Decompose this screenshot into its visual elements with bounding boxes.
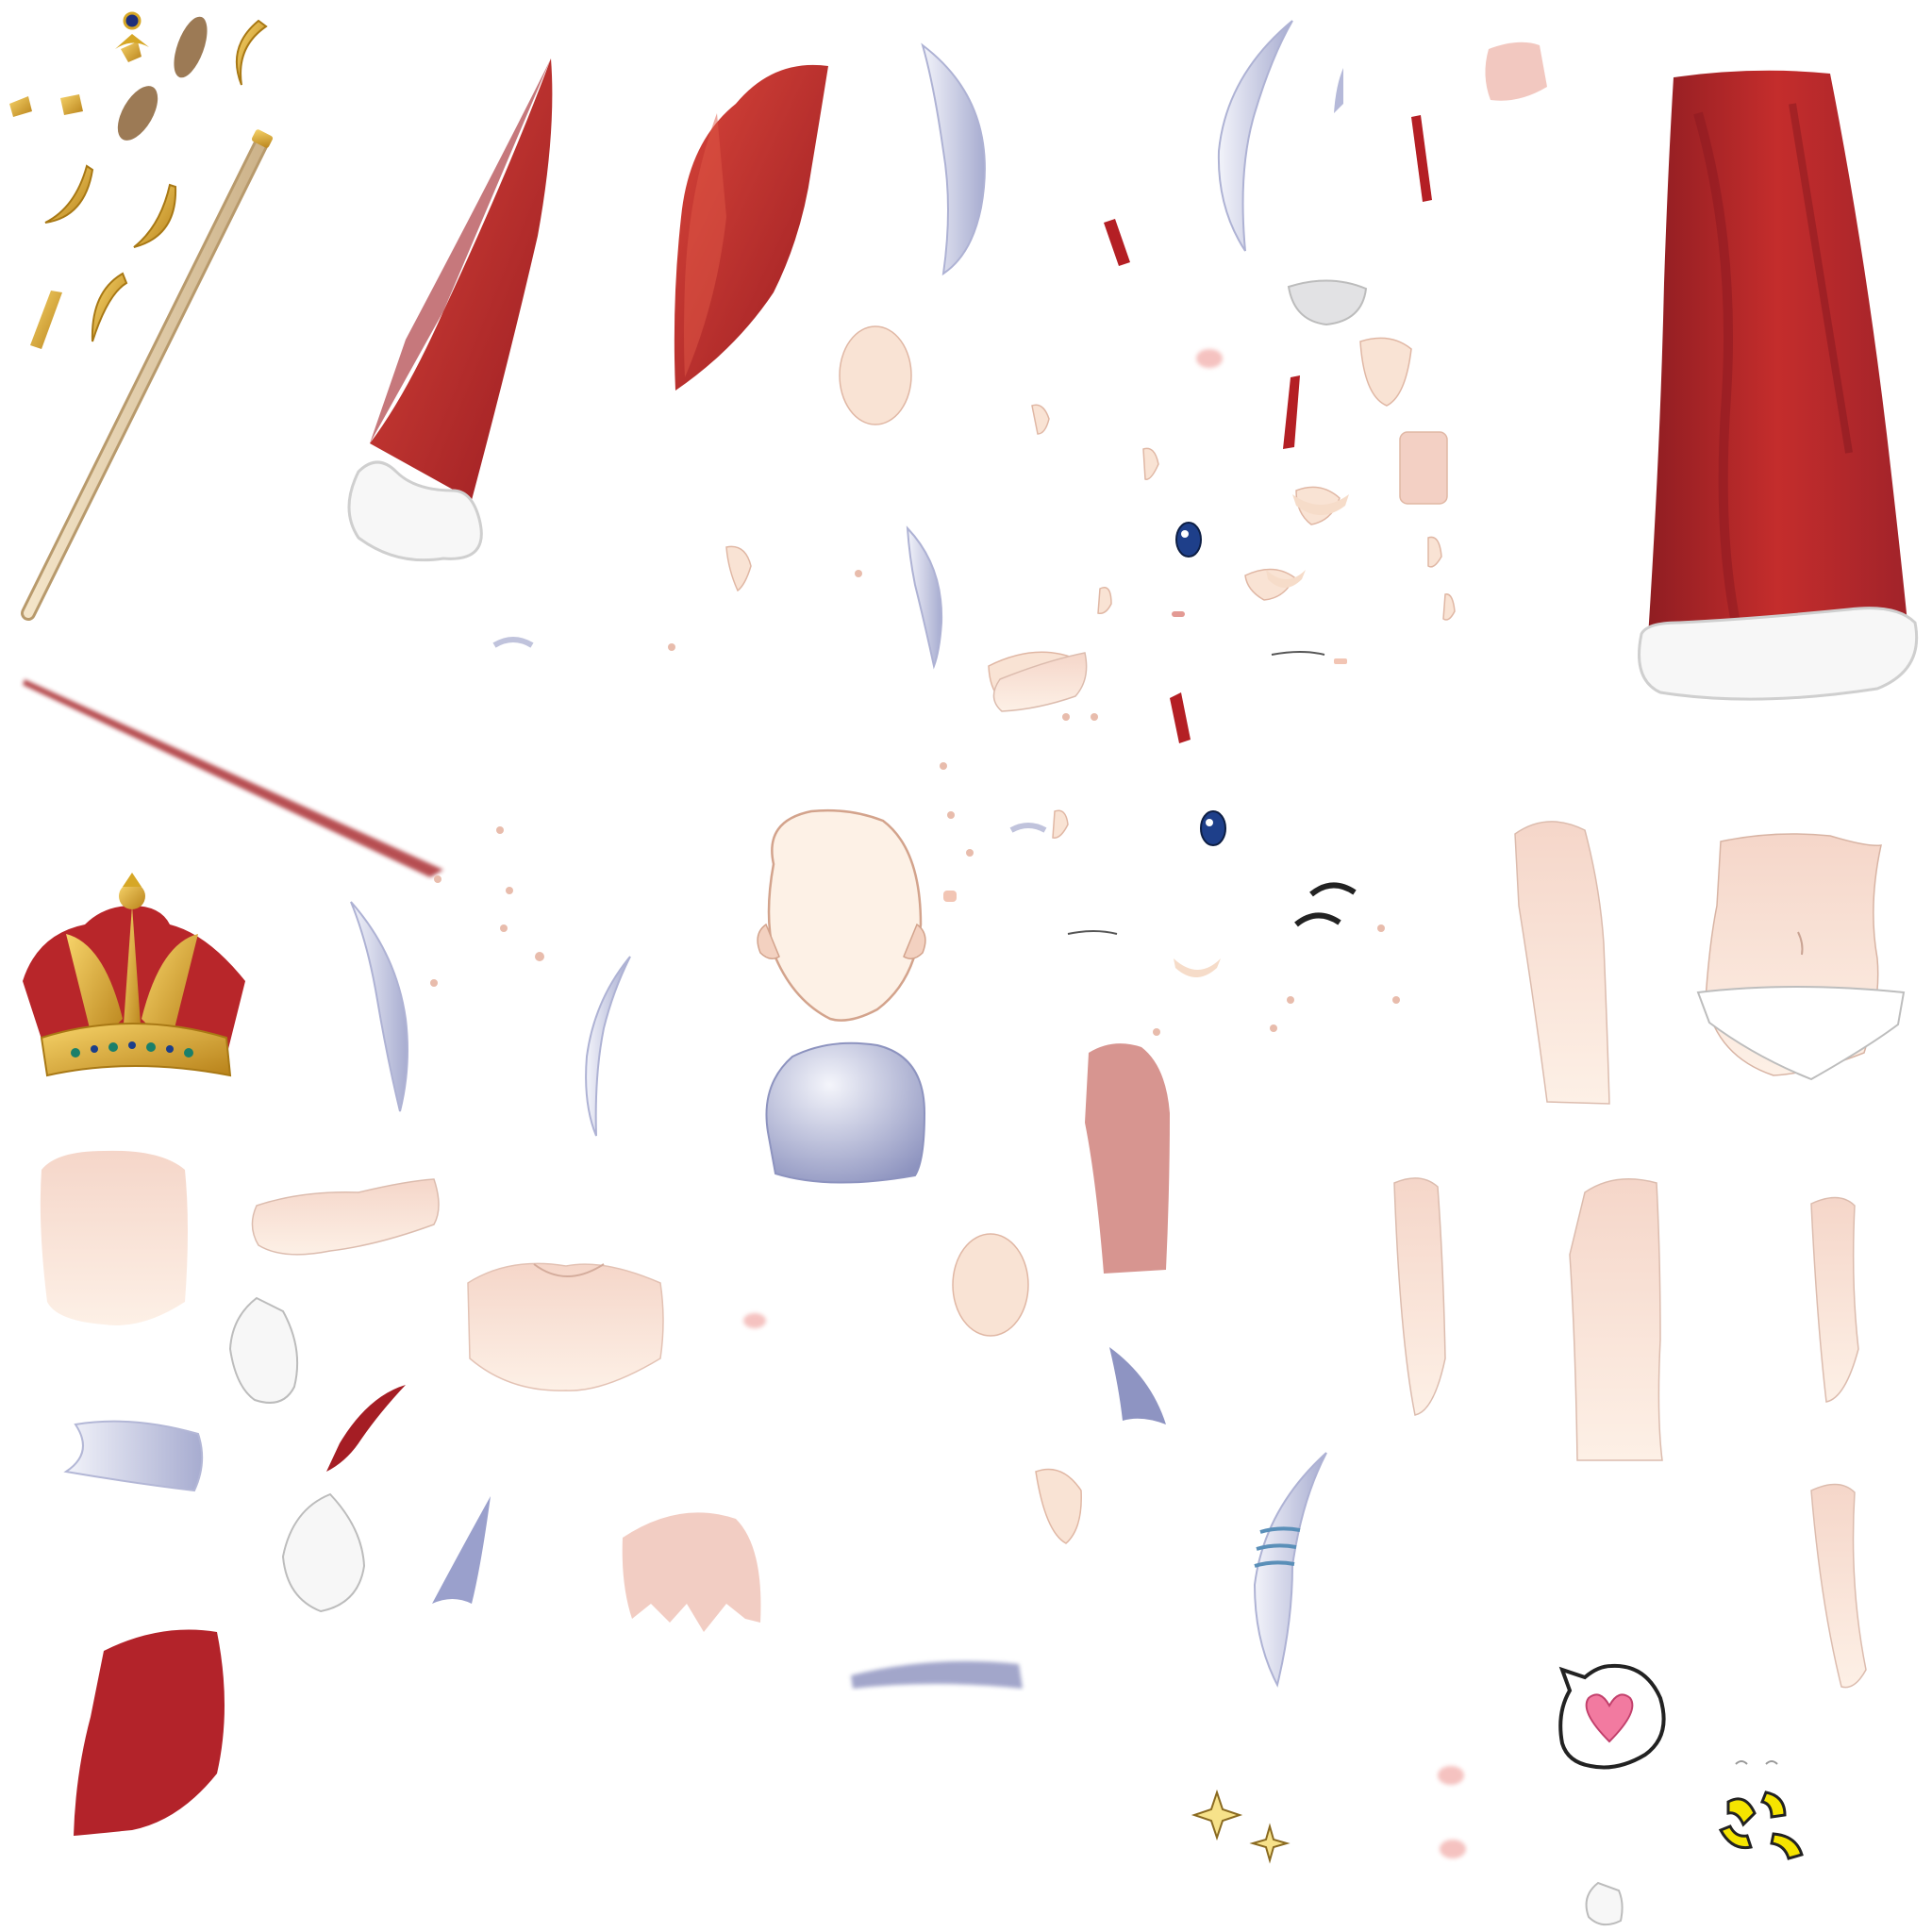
hair-braid (1253, 1452, 1327, 1688)
sparkles (1191, 1789, 1291, 1864)
crown-orb-icon (119, 883, 145, 909)
sparkle-icon (1249, 1823, 1291, 1864)
arm-segment (1810, 1196, 1859, 1403)
gold-crescent (235, 19, 268, 86)
heart-speech-bubble (1558, 1663, 1666, 1770)
nose-icon (1735, 1760, 1748, 1765)
arm-segment (1393, 1177, 1446, 1416)
hat-flap (674, 64, 828, 391)
gold-bar (30, 291, 62, 349)
long-red-cape (1638, 70, 1919, 701)
anger-mark-icon (1718, 1790, 1804, 1860)
gold-ornaments (9, 11, 268, 349)
gold-crescent (133, 183, 177, 248)
royal-crown (23, 873, 245, 1077)
bronze-disc (174, 16, 208, 78)
hair-strand (350, 901, 408, 1112)
thigh (1514, 821, 1610, 1105)
hair-tuft (432, 1496, 491, 1604)
bronze-disc (117, 86, 158, 141)
santa-hat-with-fur (347, 58, 553, 562)
chin-guard (1287, 279, 1368, 326)
nose-icon (1765, 1760, 1778, 1765)
hair-cap (765, 1041, 926, 1184)
eyelid-line (1067, 930, 1118, 935)
neck-panel (1085, 1043, 1170, 1274)
red-sash (326, 1385, 406, 1472)
hair-strand (921, 42, 986, 276)
gold-clasp (9, 96, 32, 117)
fur-pompom (228, 1296, 299, 1404)
fur-pompom (1585, 1881, 1624, 1926)
sprite-atlas (9, 11, 1919, 1926)
hair-strand (1334, 68, 1343, 113)
wooden-staff (21, 129, 274, 621)
back-panel (40, 1150, 188, 1325)
eyebrow-icon (492, 637, 534, 648)
mouth-curve (1174, 958, 1221, 977)
legs (1514, 821, 1663, 1461)
hair-fringe-pink (622, 1512, 761, 1632)
sparkle-icon (1191, 1789, 1243, 1841)
underwear (1696, 986, 1906, 1081)
gold-crescent (44, 164, 94, 224)
eye-blue-icon (1175, 522, 1202, 558)
eye-blue-icon (1200, 810, 1226, 846)
eyelid-line (1271, 651, 1325, 656)
red-streak (23, 679, 443, 877)
eyebrow-icon (1009, 823, 1047, 833)
hair-tuft (1109, 1347, 1166, 1424)
sapphire-brooch-icon (115, 11, 149, 62)
gold-crescent (91, 272, 128, 342)
skin-patch-top (1485, 42, 1547, 101)
mouth-icon (943, 891, 957, 902)
hair-strand (585, 956, 631, 1137)
hair-brow-band (851, 1660, 1023, 1689)
torso (467, 833, 1906, 1391)
small-detail-dots (430, 570, 1400, 1036)
eyelash-icon (1294, 912, 1341, 927)
hair-bangs (63, 1420, 204, 1492)
mouth-icon (1172, 611, 1185, 617)
red-ribbon-pieces (1104, 115, 1432, 743)
shin (1569, 1178, 1663, 1461)
arm-segment (1810, 1483, 1867, 1689)
hair-strand (906, 525, 943, 670)
eyelash-icon (1309, 882, 1357, 897)
forearm (251, 1178, 440, 1256)
gold-clasp (60, 94, 83, 115)
fur-trim (1638, 607, 1919, 701)
crown-band (40, 1023, 232, 1077)
head-base (757, 808, 926, 1022)
fur-pompom (281, 1492, 366, 1613)
hair-strand (1217, 20, 1293, 252)
red-hood (74, 1629, 225, 1836)
